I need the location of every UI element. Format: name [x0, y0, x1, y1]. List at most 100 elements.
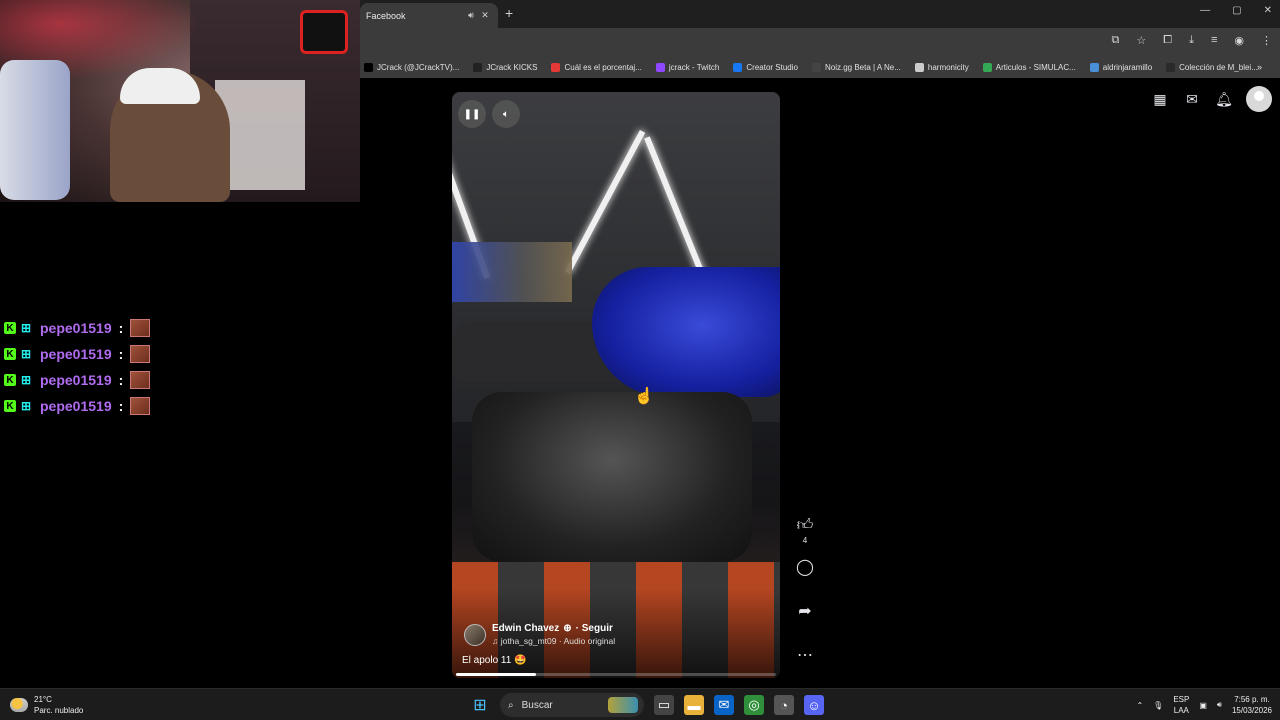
tab-facebook[interactable]: Facebook 🔊︎ ✕ [360, 3, 498, 28]
bookmarks-more-button[interactable]: » [1257, 62, 1262, 72]
audio-label[interactable]: ♫ jotha_sg_mt09 · Audio original [492, 636, 615, 646]
bookmark-label: jcrack - Twitch [668, 62, 720, 72]
bookmark-item[interactable]: Noiz.gg Beta | A Ne... [811, 62, 901, 72]
comment-icon[interactable]: ◯ [792, 557, 818, 577]
taskbar-apps: ⊞ ⌕ Buscar ▭ ▬ ✉ ◎ ◔ ☺ [470, 693, 824, 717]
app-icon[interactable]: ◔ [774, 695, 794, 715]
profile-icon[interactable]: ◉ [1234, 34, 1244, 47]
bookmark-star-icon[interactable]: ☆ [1136, 34, 1146, 47]
install-app-icon[interactable]: ⧉ [1112, 34, 1120, 47]
chat-message: K ⊞ pepe01519: [4, 393, 151, 419]
media-control-icon[interactable]: ≡ [1211, 34, 1217, 47]
hand-cursor-icon: ☝ [634, 388, 654, 405]
bookmark-item[interactable]: Cuál es el porcentaj... [551, 62, 642, 72]
bookmark-label: JCrack (@JCrackTV)... [377, 62, 460, 72]
globe-icon: ⊕ [563, 623, 572, 634]
browser-titlebar [360, 0, 1280, 28]
weather-cloud-icon [10, 698, 28, 712]
screen: Facebook 🔊︎ ✕ + — ▢ ✕ ⧉ ☆ ⧠ ⤓ ≡ ◉ ⋮ JCra… [0, 0, 1280, 720]
chat-colon: : [118, 398, 124, 414]
pause-button[interactable]: ❚❚ [458, 100, 486, 128]
task-view-icon[interactable]: ▭ [654, 695, 674, 715]
messenger-icon[interactable]: ✉ [1182, 89, 1202, 109]
bookmark-favicon-icon [733, 62, 743, 72]
notifications-bell-icon[interactable]: 🔔︎ [1214, 89, 1234, 109]
kick-badge-icon: K [4, 322, 16, 334]
reel-progress-fill [456, 673, 536, 676]
bookmark-item[interactable]: Creator Studio [733, 62, 798, 72]
minimize-button[interactable]: — [1200, 5, 1210, 16]
subscriber-badge-icon: ⊞ [20, 373, 32, 387]
menu-icon[interactable]: ⋮ [1261, 34, 1272, 47]
bookmark-item[interactable]: aldrinjaramillo [1089, 62, 1153, 72]
facebook-header-actions: ▦ ✉ 🔔︎ [1150, 86, 1272, 112]
display-icon[interactable]: ▣ [1199, 701, 1207, 710]
volume-tray-icon[interactable]: 🔊︎ [1217, 700, 1222, 710]
bookmark-item[interactable]: Articulos - SIMULAC... [982, 62, 1076, 72]
outlook-icon[interactable]: ✉ [714, 695, 734, 715]
weather-temp: 21°C [34, 695, 52, 704]
kick-badge-icon: K [4, 400, 16, 412]
chat-username[interactable]: pepe01519 [40, 320, 112, 336]
chat-username[interactable]: pepe01519 [40, 346, 112, 362]
chrome-icon[interactable]: ◎ [744, 695, 764, 715]
lang-bottom: LAA [1173, 706, 1189, 715]
author-line: Edwin Chavez ⊕ · Seguir [492, 623, 615, 634]
browser-toolbar: ⧉ ☆ ⧠ ⤓ ≡ ◉ ⋮ [360, 28, 1280, 56]
chat-colon: : [118, 346, 124, 362]
like-icon[interactable]: 👍︎ [792, 516, 818, 535]
weather-desc: Parc. nublado [34, 706, 84, 715]
discord-icon[interactable]: ☺ [804, 695, 824, 715]
more-options-icon[interactable]: ⋯ [792, 645, 818, 665]
clock[interactable]: 7:56 p. m. 15/03/2026 [1232, 694, 1272, 716]
chat-message: K ⊞ pepe01519: [4, 367, 151, 393]
bookmark-label: JCrack KICKS [486, 62, 538, 72]
bookmark-item[interactable]: Colección de M_blei... [1166, 62, 1258, 72]
windows-taskbar: 21°C Parc. nublado ⊞ ⌕ Buscar ▭ ▬ ✉ ◎ ◔ … [0, 688, 1280, 720]
download-icon[interactable]: ⤓ [1189, 34, 1194, 47]
kick-badge-icon: K [4, 348, 16, 360]
close-icon[interactable]: ✕ [478, 10, 492, 21]
motorcycle-tank [592, 267, 780, 397]
account-avatar[interactable] [1246, 86, 1272, 112]
maximize-button[interactable]: ▢ [1232, 5, 1241, 16]
share-icon[interactable]: ➦ [792, 601, 818, 621]
author-avatar[interactable] [464, 623, 486, 646]
chat-username[interactable]: pepe01519 [40, 372, 112, 388]
extensions-icon[interactable]: ⧠ [1163, 34, 1172, 47]
system-tray: ⌃ 🎙︎ ESP LAA ▣ 🔊︎ 7:56 p. m. 15/03/2026 [1136, 694, 1272, 716]
clock-time: 7:56 p. m. [1234, 695, 1270, 704]
bookmark-label: Cuál es el porcentaj... [564, 62, 642, 72]
clock-date: 15/03/2026 [1231, 706, 1272, 715]
windows-start-icon[interactable]: ⊞ [470, 695, 490, 715]
file-explorer-icon[interactable]: ▬ [684, 695, 704, 715]
taskbar-search[interactable]: ⌕ Buscar [500, 693, 644, 717]
apps-grid-icon[interactable]: ▦ [1150, 89, 1170, 109]
author-name[interactable]: Edwin Chavez [492, 623, 559, 634]
bookmark-item[interactable]: jcrack - Twitch [655, 62, 720, 72]
speaker-icon[interactable]: 🔊︎ [464, 10, 478, 21]
reel-progress-track[interactable] [456, 673, 776, 676]
bookmark-item[interactable]: harmonicity [914, 62, 969, 72]
close-window-button[interactable]: ✕ [1264, 5, 1272, 16]
reel-author: Edwin Chavez ⊕ · Seguir ♫ jotha_sg_mt09 … [464, 623, 615, 646]
weather-widget[interactable]: 21°C Parc. nublado [10, 694, 83, 716]
reel-video[interactable]: ❚❚ 🔈︎ Edwin Chavez ⊕ · Seguir ♫ jotha_sg… [452, 92, 780, 678]
subscriber-badge-icon: ⊞ [20, 321, 32, 335]
stream-chat-overlay: K ⊞ pepe01519: K ⊞ pepe01519: K ⊞ pepe01519: K ⊞ pe… [4, 315, 151, 419]
chat-emote [130, 397, 151, 415]
lang-top: ESP [1173, 695, 1190, 704]
chat-username[interactable]: pepe01519 [40, 398, 112, 414]
new-tab-button[interactable]: + [505, 5, 513, 21]
bookmark-favicon-icon [1089, 62, 1099, 72]
language-indicator[interactable]: ESP LAA [1173, 694, 1189, 716]
follow-button[interactable]: · Seguir [576, 623, 613, 634]
bookmark-favicon-icon [982, 62, 992, 72]
microphone-icon[interactable]: 🎙︎ [1153, 701, 1163, 710]
volume-icon[interactable]: 🔈︎ [492, 100, 520, 128]
bookmark-item[interactable]: JCrack KICKS [473, 62, 538, 72]
tray-overflow-icon[interactable]: ⌃ [1136, 701, 1143, 710]
bookmark-label: aldrinjaramillo [1102, 62, 1153, 72]
bookmark-item[interactable]: JCrack (@JCrackTV)... [364, 62, 460, 72]
bookmark-favicon-icon [364, 62, 373, 72]
